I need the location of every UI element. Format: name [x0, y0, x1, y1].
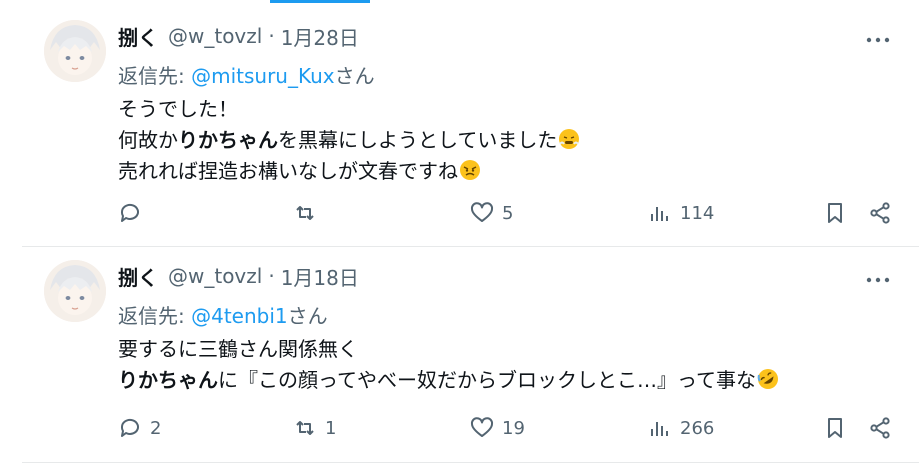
view-count: 114	[680, 202, 715, 224]
reply-icon	[120, 418, 139, 437]
post[interactable]: 捌く @w_tovzl · 1月28日 返信先: @mitsuru_Kuxさん …	[0, 8, 919, 246]
angry-face-icon	[459, 159, 481, 181]
author-handle[interactable]: @w_tovzl	[168, 264, 262, 288]
post-header: 捌く @w_tovzl · 1月28日	[118, 22, 359, 50]
text-line: 何故かりかちゃんを黒幕にしようとしていました	[118, 125, 580, 156]
post-divider	[22, 462, 919, 463]
reply-to-suffix: さん	[287, 304, 328, 328]
post-header: 捌く @w_tovzl · 1月18日	[118, 262, 359, 290]
bold-segment: りかちゃん	[178, 128, 278, 152]
author-name[interactable]: 捌く	[118, 22, 158, 51]
more-options-icon[interactable]	[865, 270, 891, 283]
reply-to-suffix: さん	[334, 64, 375, 88]
post-text: そうでした！ 何故かりかちゃんを黒幕にしようとしていました 売れれば捏造お構いな…	[118, 94, 580, 187]
like-count: 5	[502, 202, 514, 224]
text-segment: に『この顔ってやべー奴だからブロックしとこ…』って事な	[218, 368, 756, 392]
post-actions: 2 1 19 266	[118, 413, 898, 443]
text-segment: 要するに三鶴さん関係無く	[118, 337, 358, 361]
text-segment: 何故か	[118, 128, 178, 152]
rolling-on-floor-laughing-icon	[757, 368, 779, 390]
text-line: 売れれば捏造お構いなしが文春ですね	[118, 156, 580, 187]
repost-button[interactable]	[293, 198, 325, 228]
triumph-face-icon	[558, 128, 580, 150]
text-line: そうでした！	[118, 94, 580, 125]
share-button[interactable]	[868, 413, 892, 443]
views-button[interactable]: 266	[648, 413, 714, 443]
heart-icon	[470, 202, 494, 222]
post-text: 要するに三鶴さん関係無く りかちゃんに『この顔ってやべー奴だからブロックしとこ……	[118, 334, 779, 396]
text-segment: そうでした！	[118, 97, 238, 121]
avatar[interactable]	[44, 20, 106, 82]
share-icon	[870, 417, 890, 439]
share-button[interactable]	[868, 198, 892, 228]
repost-button[interactable]: 1	[293, 413, 336, 443]
view-count: 266	[680, 417, 715, 439]
reply-to-line: 返信先: @mitsuru_Kuxさん	[118, 60, 375, 89]
bar-chart-icon	[651, 422, 668, 436]
repost-icon	[296, 206, 314, 220]
separator-dot: ·	[268, 264, 275, 288]
reply-button[interactable]: 2	[118, 413, 161, 443]
text-segment: を黒幕にしようとしていました	[278, 128, 558, 152]
post-date[interactable]: 1月28日	[281, 22, 359, 51]
author-handle[interactable]: @w_tovzl	[168, 24, 262, 48]
post[interactable]: 捌く @w_tovzl · 1月18日 返信先: @4tenbi1さん 要するに…	[0, 248, 919, 462]
like-count: 19	[502, 417, 525, 439]
reply-to-line: 返信先: @4tenbi1さん	[118, 300, 328, 329]
separator-dot: ·	[268, 24, 275, 48]
text-line: 要するに三鶴さん関係無く	[118, 334, 779, 365]
reply-mention-link[interactable]: @4tenbi1	[191, 304, 288, 328]
views-button[interactable]: 114	[648, 198, 714, 228]
text-line: りかちゃんに『この顔ってやべー奴だからブロックしとこ…』って事な	[118, 365, 779, 396]
like-button[interactable]: 5	[470, 198, 513, 228]
reply-to-prefix: 返信先:	[118, 64, 192, 88]
reply-count: 2	[150, 417, 162, 439]
reply-to-prefix: 返信先:	[118, 304, 192, 328]
bar-chart-icon	[651, 207, 668, 221]
text-segment: 売れれば捏造お構いなしが文春ですね	[118, 159, 458, 183]
heart-icon	[470, 417, 494, 437]
bookmark-icon	[828, 418, 842, 438]
active-tab-indicator	[270, 0, 370, 3]
avatar[interactable]	[44, 260, 106, 322]
bookmark-button[interactable]	[823, 413, 847, 443]
post-date[interactable]: 1月18日	[281, 262, 359, 291]
repost-count: 1	[325, 417, 337, 439]
author-name[interactable]: 捌く	[118, 262, 158, 291]
post-actions: 5 114	[118, 198, 898, 228]
repost-icon	[296, 421, 314, 435]
bookmark-icon	[828, 203, 842, 223]
reply-mention-link[interactable]: @mitsuru_Kux	[191, 64, 335, 88]
bold-segment: りかちゃん	[118, 368, 218, 392]
reply-icon	[120, 203, 139, 222]
share-icon	[870, 202, 890, 224]
more-options-icon[interactable]	[865, 30, 891, 43]
bookmark-button[interactable]	[823, 198, 847, 228]
reply-button[interactable]	[118, 198, 150, 228]
post-divider	[22, 246, 919, 247]
like-button[interactable]: 19	[470, 413, 525, 443]
